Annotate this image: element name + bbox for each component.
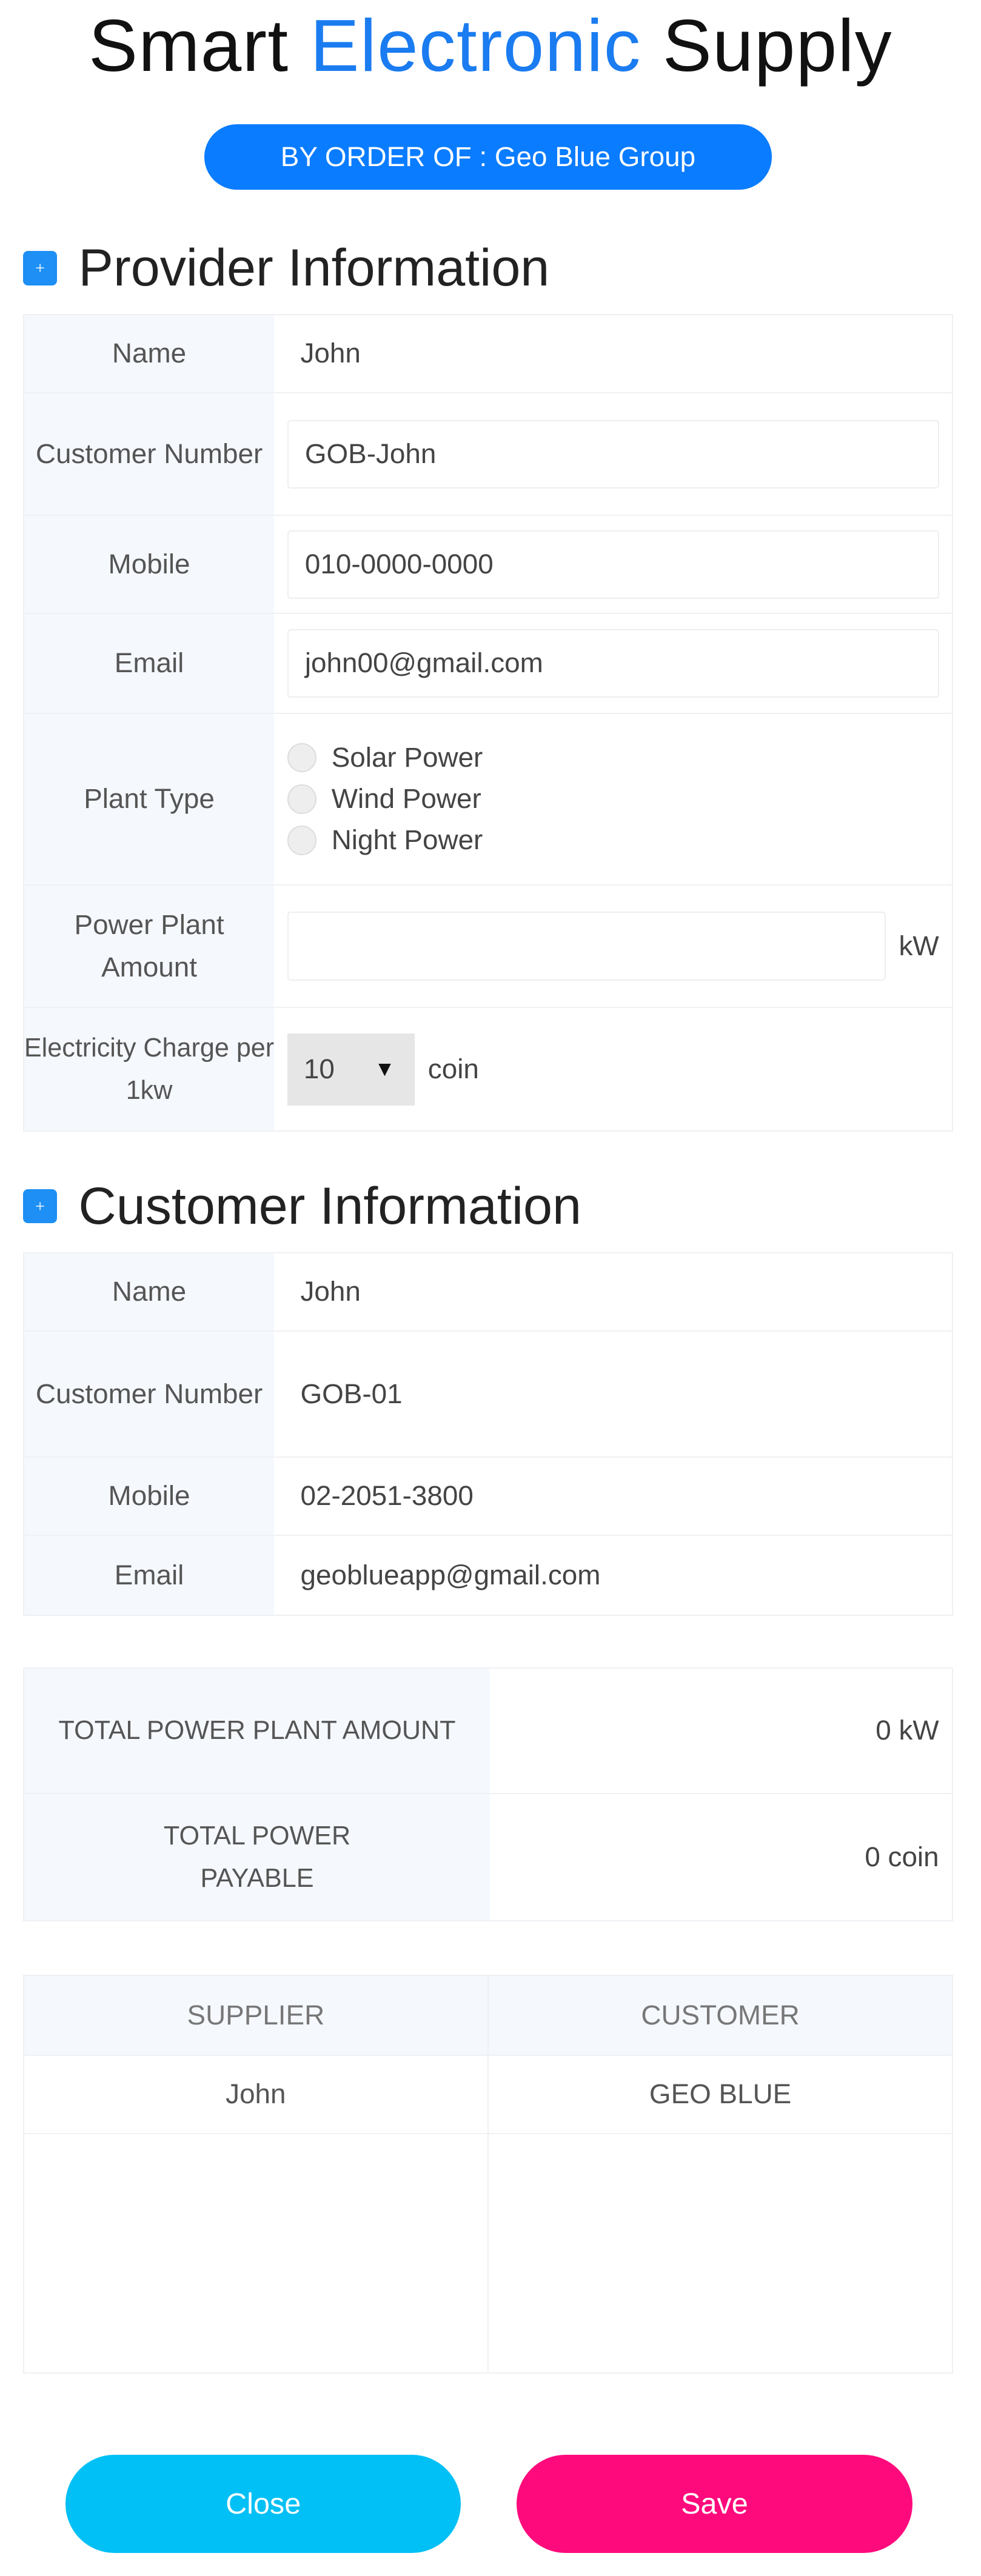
radio-icon[interactable] bbox=[287, 784, 317, 814]
radio-night-power[interactable]: Night Power bbox=[287, 824, 483, 856]
totals-table: TOTAL POWER PLANT AMOUNT 0 kW TOTAL POWER… bbox=[22, 1667, 954, 1921]
section-icon: + bbox=[22, 1189, 58, 1224]
parties-table: SUPPLIER CUSTOMER John GEO BLUE bbox=[22, 1974, 954, 2374]
customer-table: Name John Customer Number GOB-01 Mobile 02-… bbox=[22, 1252, 954, 1616]
customer-section-header: + Customer Information bbox=[22, 1170, 581, 1243]
order-badge: BY ORDER OF : Geo Blue Group bbox=[204, 124, 772, 190]
mobile-input[interactable]: 010-0000-0000 bbox=[287, 530, 939, 599]
save-button[interactable]: Save bbox=[517, 2455, 912, 2554]
total-payable: 0 coin bbox=[865, 1841, 939, 1873]
power-plant-amount-input[interactable] bbox=[287, 912, 886, 981]
close-button[interactable]: Close bbox=[65, 2455, 461, 2554]
page-title: Smart Electronic Supply bbox=[89, 4, 892, 87]
section-icon: + bbox=[22, 250, 58, 285]
total-amount: 0 kW bbox=[876, 1715, 939, 1746]
provider-table: Name John Customer Number GOB-John Mobile 0… bbox=[22, 313, 954, 1132]
radio-icon[interactable] bbox=[287, 826, 317, 855]
radio-wind-power[interactable]: Wind Power bbox=[287, 783, 483, 815]
charge-select[interactable]: 10 ▼ bbox=[287, 1033, 415, 1106]
email-input[interactable]: john00@gmail.com bbox=[287, 629, 939, 698]
provider-section-header: + Provider Information bbox=[22, 232, 549, 304]
radio-icon[interactable] bbox=[287, 742, 317, 773]
customer-number-input[interactable]: GOB-John bbox=[287, 419, 939, 489]
radio-solar-power[interactable]: Solar Power bbox=[287, 742, 483, 773]
caret-down-icon: ▼ bbox=[374, 1057, 395, 1081]
provider-name: John bbox=[300, 338, 361, 369]
